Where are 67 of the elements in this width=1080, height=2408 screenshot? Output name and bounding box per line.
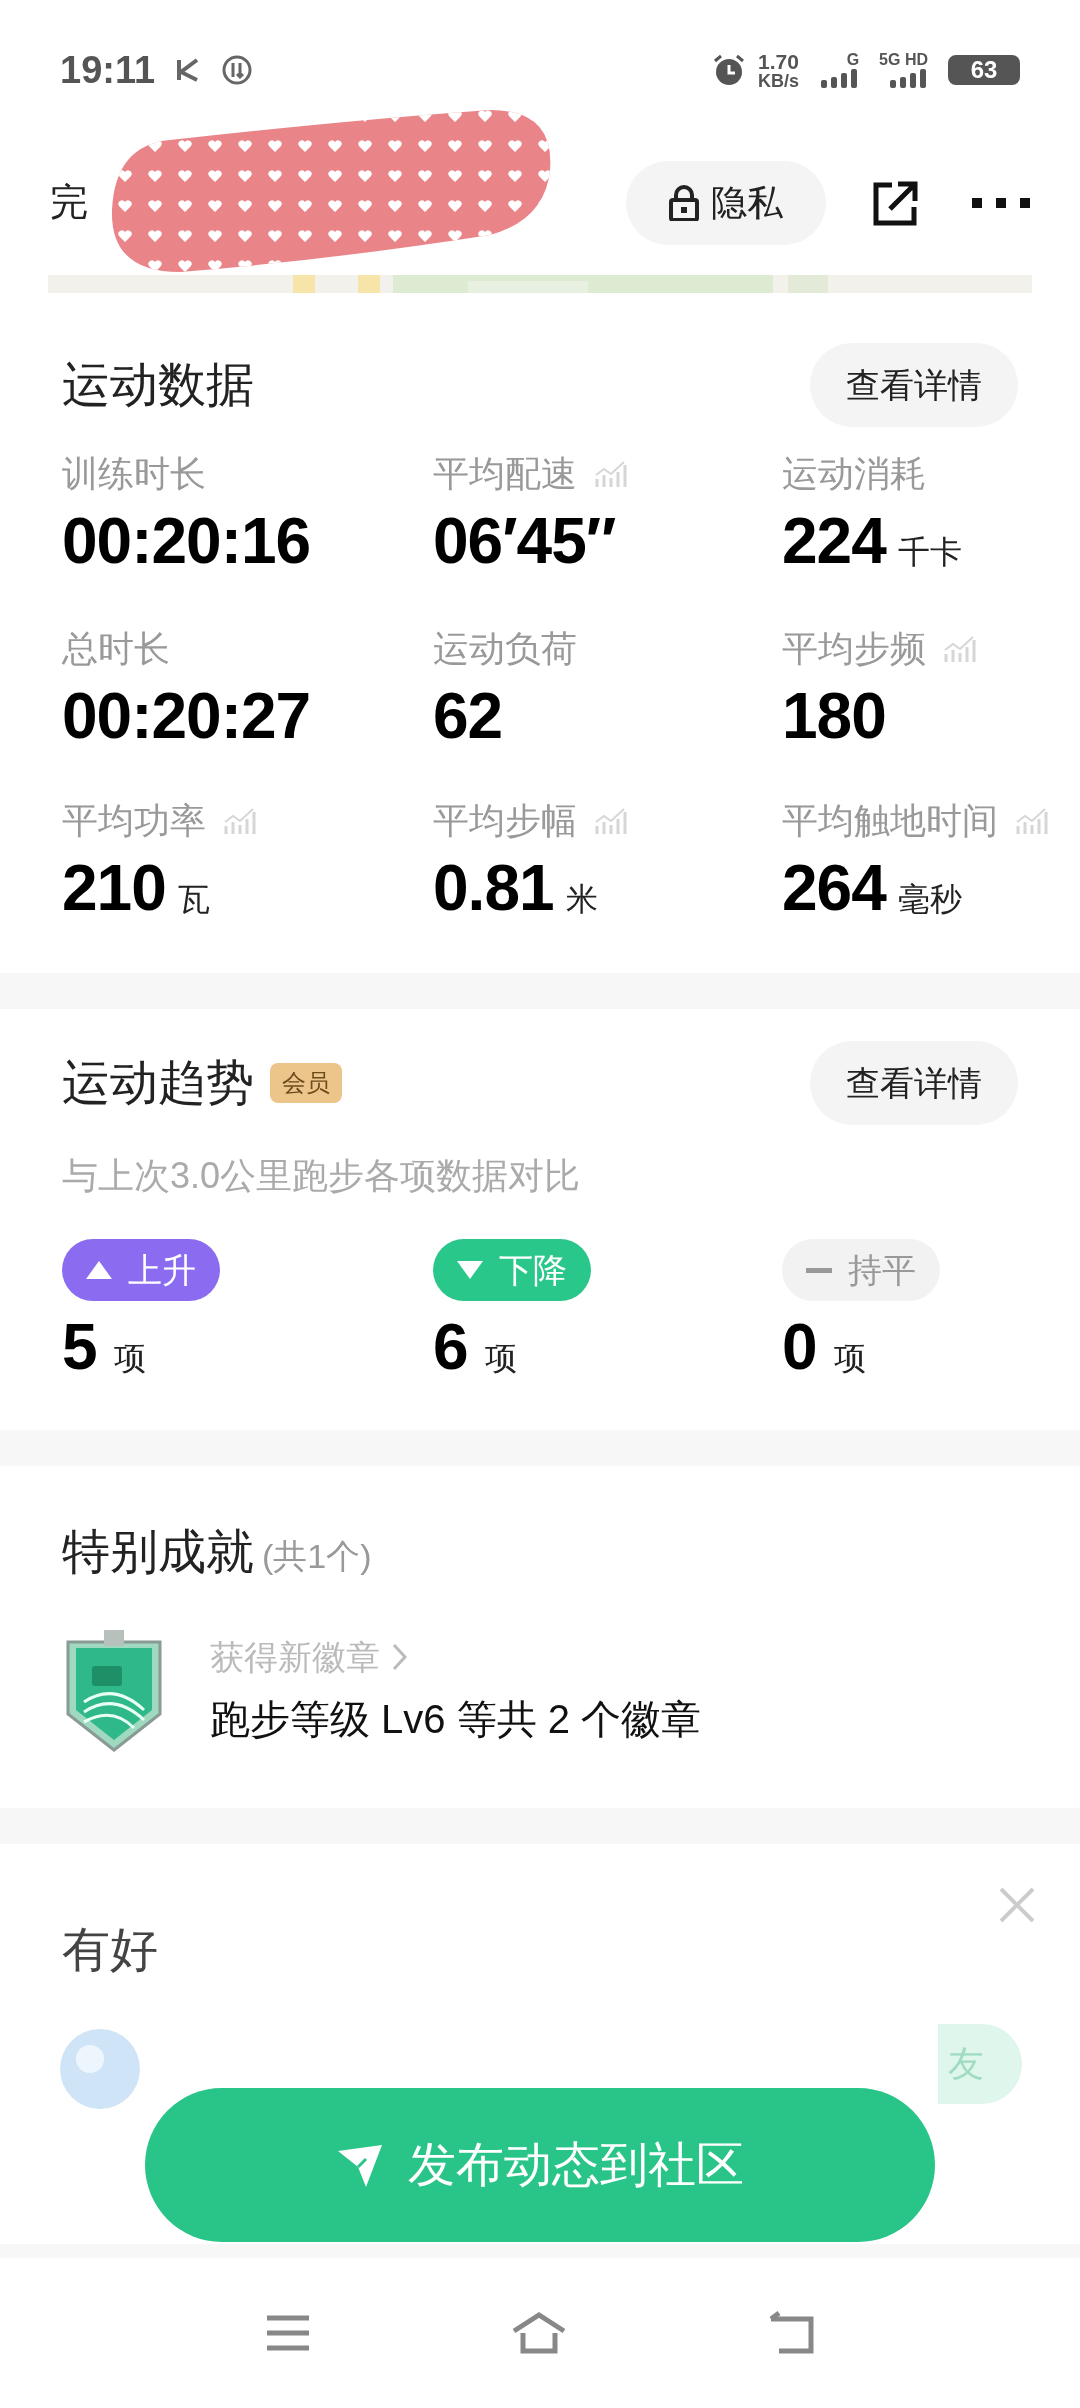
metric-value: 210 xyxy=(62,856,166,920)
metric-label: 运动消耗 xyxy=(782,452,926,496)
metric-value: 00:20:16 xyxy=(62,509,311,573)
page-title: 完 xyxy=(50,180,88,225)
details-button[interactable]: 查看详情 xyxy=(810,343,1018,427)
privacy-button[interactable]: 隐私 xyxy=(626,160,826,245)
network-speed: 1.70 xyxy=(758,50,800,72)
network-type: G xyxy=(846,52,860,68)
data-saver-icon xyxy=(221,54,254,86)
details-button[interactable]: 查看详情 xyxy=(810,1041,1018,1125)
metric-value: 0.81 xyxy=(433,856,554,920)
menu-icon[interactable] xyxy=(265,2314,311,2352)
metric-value: 06′45″ xyxy=(433,509,616,573)
metric-label: 平均步频 xyxy=(782,627,926,671)
badge-count: (共1个) xyxy=(262,1536,372,1577)
chart-icon xyxy=(222,806,258,836)
trend-count: 0 xyxy=(782,1315,818,1379)
alarm-icon xyxy=(712,53,747,87)
battery-indicator: 63 xyxy=(948,55,1020,85)
metric-unit: 米 xyxy=(565,880,598,919)
metric-value: 62 xyxy=(433,684,503,748)
home-icon[interactable] xyxy=(511,2311,567,2355)
dash-icon xyxy=(806,1267,832,1273)
triangle-down-icon xyxy=(457,1261,483,1279)
status-time: 19:11 xyxy=(60,47,156,93)
chart-icon xyxy=(593,806,629,836)
signal-icon xyxy=(819,68,860,88)
metric-unit: 千卡 xyxy=(897,533,962,572)
trend-unit: 项 xyxy=(113,1339,146,1378)
chart-icon xyxy=(1014,806,1050,836)
metric-unit: 瓦 xyxy=(177,880,210,919)
trend-tag: 上升 xyxy=(62,1239,220,1301)
metric-label: 总时长 xyxy=(62,627,170,671)
section-title: 有好 xyxy=(62,1923,158,1976)
chevron-right-icon xyxy=(392,1643,408,1671)
lock-icon xyxy=(669,184,699,221)
badge-description: 跑步等级 Lv6 等共 2 个徽章 xyxy=(210,1695,702,1743)
metric-value: 224 xyxy=(782,509,886,573)
member-badge: 会员 xyxy=(270,1063,342,1103)
comparison-text: 与上次3.0公里跑步各项数据对比 xyxy=(62,1154,582,1198)
metric-value: 264 xyxy=(782,856,886,920)
signal-icon xyxy=(888,68,928,88)
chart-icon xyxy=(942,634,978,664)
triangle-up-icon xyxy=(86,1261,112,1279)
metric-label: 平均触地时间 xyxy=(782,799,998,843)
back-icon[interactable] xyxy=(767,2311,815,2355)
network-speed-unit: KB/s xyxy=(758,71,800,90)
section-title: 特别成就 xyxy=(62,1524,254,1580)
metric-label: 平均功率 xyxy=(62,799,206,843)
section-title: 运动数据 xyxy=(62,357,254,413)
more-icon[interactable] xyxy=(972,196,1030,209)
trend-tag: 下降 xyxy=(433,1239,591,1301)
trend-unit: 项 xyxy=(833,1339,866,1378)
metric-label: 平均配速 xyxy=(433,452,577,496)
trend-unit: 项 xyxy=(484,1339,517,1378)
trend-count: 5 xyxy=(62,1315,98,1379)
trend-tag: 持平 xyxy=(782,1239,940,1301)
trend-count: 6 xyxy=(433,1315,469,1379)
metric-unit: 毫秒 xyxy=(897,880,962,919)
metric-label: 平均步幅 xyxy=(433,799,577,843)
chart-icon xyxy=(593,459,629,489)
metric-label: 训练时长 xyxy=(62,452,206,496)
section-title: 运动趋势 xyxy=(62,1055,254,1111)
metric-label: 运动负荷 xyxy=(433,627,577,671)
network-type: 5G HD xyxy=(879,52,928,68)
metric-value: 180 xyxy=(782,684,886,748)
metric-value: 00:20:27 xyxy=(62,684,311,748)
